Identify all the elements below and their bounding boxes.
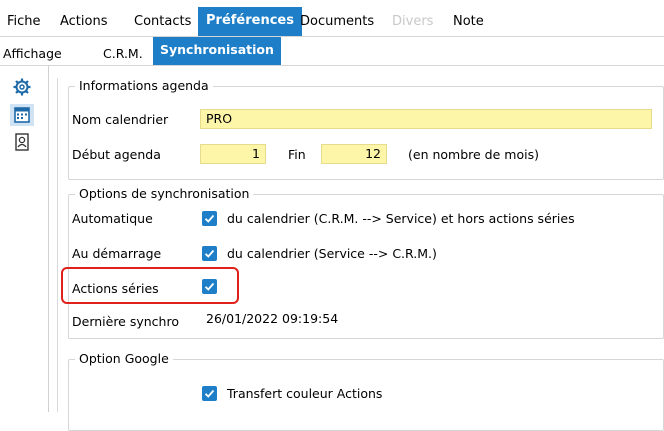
automatique-description: du calendrier (C.R.M. --> Service) et ho…: [227, 211, 575, 226]
subtab-synchronisation[interactable]: Synchronisation: [153, 37, 281, 66]
tab-preferences[interactable]: Préférences: [198, 7, 302, 37]
au-demarrage-description: du calendrier (Service --> C.R.M.): [227, 246, 437, 261]
automatique-label: Automatique: [72, 211, 153, 226]
transfert-couleur-label: Transfert couleur Actions: [227, 386, 383, 401]
tab-contacts[interactable]: Contacts: [134, 10, 191, 34]
contact-card-icon[interactable]: [10, 131, 34, 153]
debut-agenda-input[interactable]: 1: [200, 144, 266, 164]
main-tab-bar: Fiche Actions Contacts Préférences Docum…: [0, 0, 664, 37]
subtab-affichage[interactable]: Affichage: [3, 43, 62, 65]
fin-input[interactable]: 12: [321, 144, 387, 164]
check-icon: [204, 214, 215, 223]
google-option-group: Option Google Transfert couleur Actions: [68, 351, 664, 431]
sub-tab-bar: Affichage C.R.M. Synchronisation: [0, 37, 664, 66]
automatique-checkbox[interactable]: [202, 211, 217, 226]
unit-note: (en nombre de mois): [408, 147, 539, 162]
derniere-synchro-value: 26/01/2022 09:19:54: [206, 311, 339, 326]
tab-fiche[interactable]: Fiche: [7, 10, 41, 34]
check-icon: [204, 389, 215, 398]
check-icon: [204, 249, 215, 258]
au-demarrage-label: Au démarrage: [72, 246, 162, 261]
gear-icon[interactable]: [10, 76, 34, 98]
calendar-icon[interactable]: [10, 104, 34, 126]
tab-note[interactable]: Note: [453, 10, 484, 34]
synchronisation-panel: Informations agenda Nom calendrier PRO D…: [57, 78, 664, 431]
sub-tab-divider: [0, 65, 664, 66]
nom-calendrier-label: Nom calendrier: [72, 112, 169, 127]
agenda-legend: Informations agenda: [75, 78, 213, 94]
highlight-box: [61, 267, 239, 304]
sidebar: [0, 66, 49, 412]
tab-documents[interactable]: Documents: [300, 10, 374, 34]
agenda-group: Informations agenda Nom calendrier PRO D…: [68, 78, 664, 180]
nom-calendrier-input[interactable]: PRO: [200, 109, 652, 129]
subtab-crm[interactable]: C.R.M.: [103, 43, 143, 65]
google-legend: Option Google: [75, 351, 173, 367]
tab-actions[interactable]: Actions: [60, 10, 108, 34]
fin-label: Fin: [288, 147, 306, 162]
derniere-synchro-label: Dernière synchro: [72, 314, 179, 329]
tab-divers: Divers: [392, 14, 434, 29]
debut-agenda-label: Début agenda: [72, 147, 161, 162]
sync-legend: Options de synchronisation: [75, 186, 254, 202]
au-demarrage-checkbox[interactable]: [202, 246, 217, 261]
transfert-couleur-checkbox[interactable]: [202, 386, 217, 401]
